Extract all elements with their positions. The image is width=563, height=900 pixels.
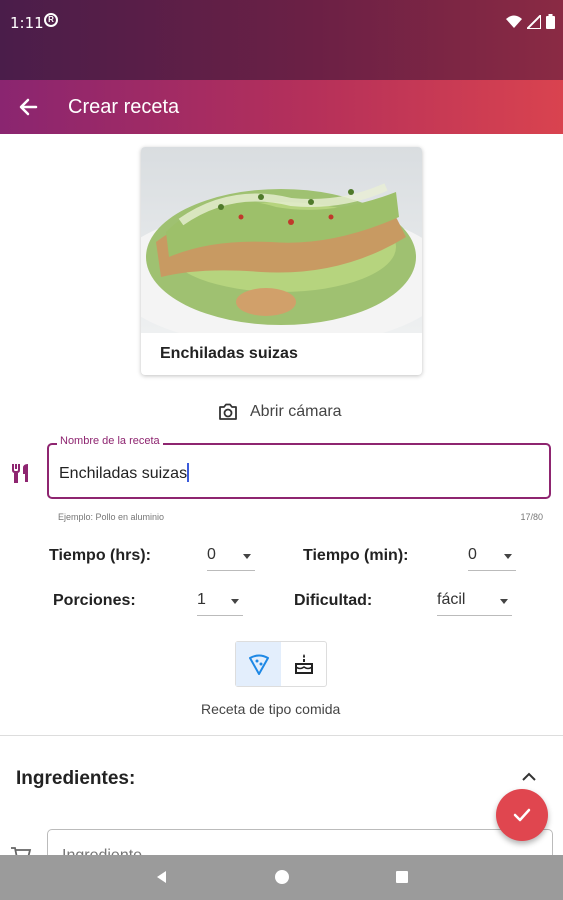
recipe-type-food-option[interactable] (236, 642, 281, 686)
ingredients-title: Ingredientes: (16, 768, 136, 789)
time-hours-label: Tiempo (hrs): (49, 547, 151, 564)
status-time: 1:11 (10, 14, 44, 32)
status-bar: 1:11 R (0, 0, 563, 80)
time-minutes-value: 0 (468, 546, 477, 563)
chevron-up-icon[interactable] (520, 770, 538, 784)
recipe-card-title: Enchiladas suizas (160, 345, 298, 362)
chevron-down-icon (500, 599, 508, 604)
time-minutes-dropdown[interactable]: 0 (468, 542, 516, 571)
open-camera-label: Abrir cámara (250, 403, 342, 420)
arrow-back-icon[interactable] (14, 92, 44, 122)
back-triangle-icon[interactable] (154, 869, 170, 885)
chevron-down-icon (231, 599, 239, 604)
chevron-down-icon (243, 554, 251, 559)
pizza-icon (248, 654, 269, 675)
recipe-type-dessert-option[interactable] (281, 642, 326, 686)
recents-square-icon[interactable] (394, 869, 410, 885)
page-title: Crear receta (68, 96, 180, 118)
recipe-name-label: Nombre de la receta (57, 435, 163, 447)
signal-icon (527, 14, 541, 29)
recipe-type-caption: Receta de tipo comida (201, 701, 341, 717)
recipe-name-counter: 17/80 (520, 512, 543, 522)
difficulty-label: Dificultad: (294, 592, 373, 609)
recipe-name-value: Enchiladas suizas (59, 465, 188, 482)
app-bar: Crear receta (0, 80, 563, 134)
open-camera-button[interactable]: Abrir cámara (218, 400, 342, 424)
fork-knife-icon (12, 464, 28, 483)
app-notification-icon: R (44, 13, 58, 27)
section-divider (0, 735, 563, 736)
recipe-image-card[interactable]: Enchiladas suizas (141, 147, 422, 375)
portions-label: Porciones: (53, 592, 136, 609)
difficulty-dropdown[interactable]: fácil (437, 587, 512, 616)
time-hours-dropdown[interactable]: 0 (207, 542, 255, 571)
home-circle-icon[interactable] (274, 869, 290, 885)
difficulty-value: fácil (437, 591, 466, 608)
wifi-icon (506, 15, 522, 28)
time-minutes-label: Tiempo (min): (303, 547, 409, 564)
status-icons (506, 14, 555, 29)
chevron-down-icon (504, 554, 512, 559)
portions-dropdown[interactable]: 1 (197, 587, 243, 616)
portions-value: 1 (197, 591, 206, 608)
cake-icon (294, 654, 313, 674)
camera-icon (219, 403, 237, 420)
check-icon (513, 808, 531, 822)
enchiladas-photo (141, 147, 422, 333)
recipe-type-toggle (235, 641, 327, 687)
text-caret (187, 463, 190, 482)
recipe-name-helper: Ejemplo: Pollo en aluminio (58, 512, 165, 522)
time-hours-value: 0 (207, 546, 216, 563)
recipe-name-field[interactable]: Nombre de la receta Enchiladas suizas (47, 435, 551, 499)
navigation-bar (0, 855, 563, 900)
recipe-name-input[interactable]: Enchiladas suizas (59, 463, 190, 483)
battery-icon (546, 14, 555, 29)
save-recipe-button[interactable] (496, 789, 548, 841)
